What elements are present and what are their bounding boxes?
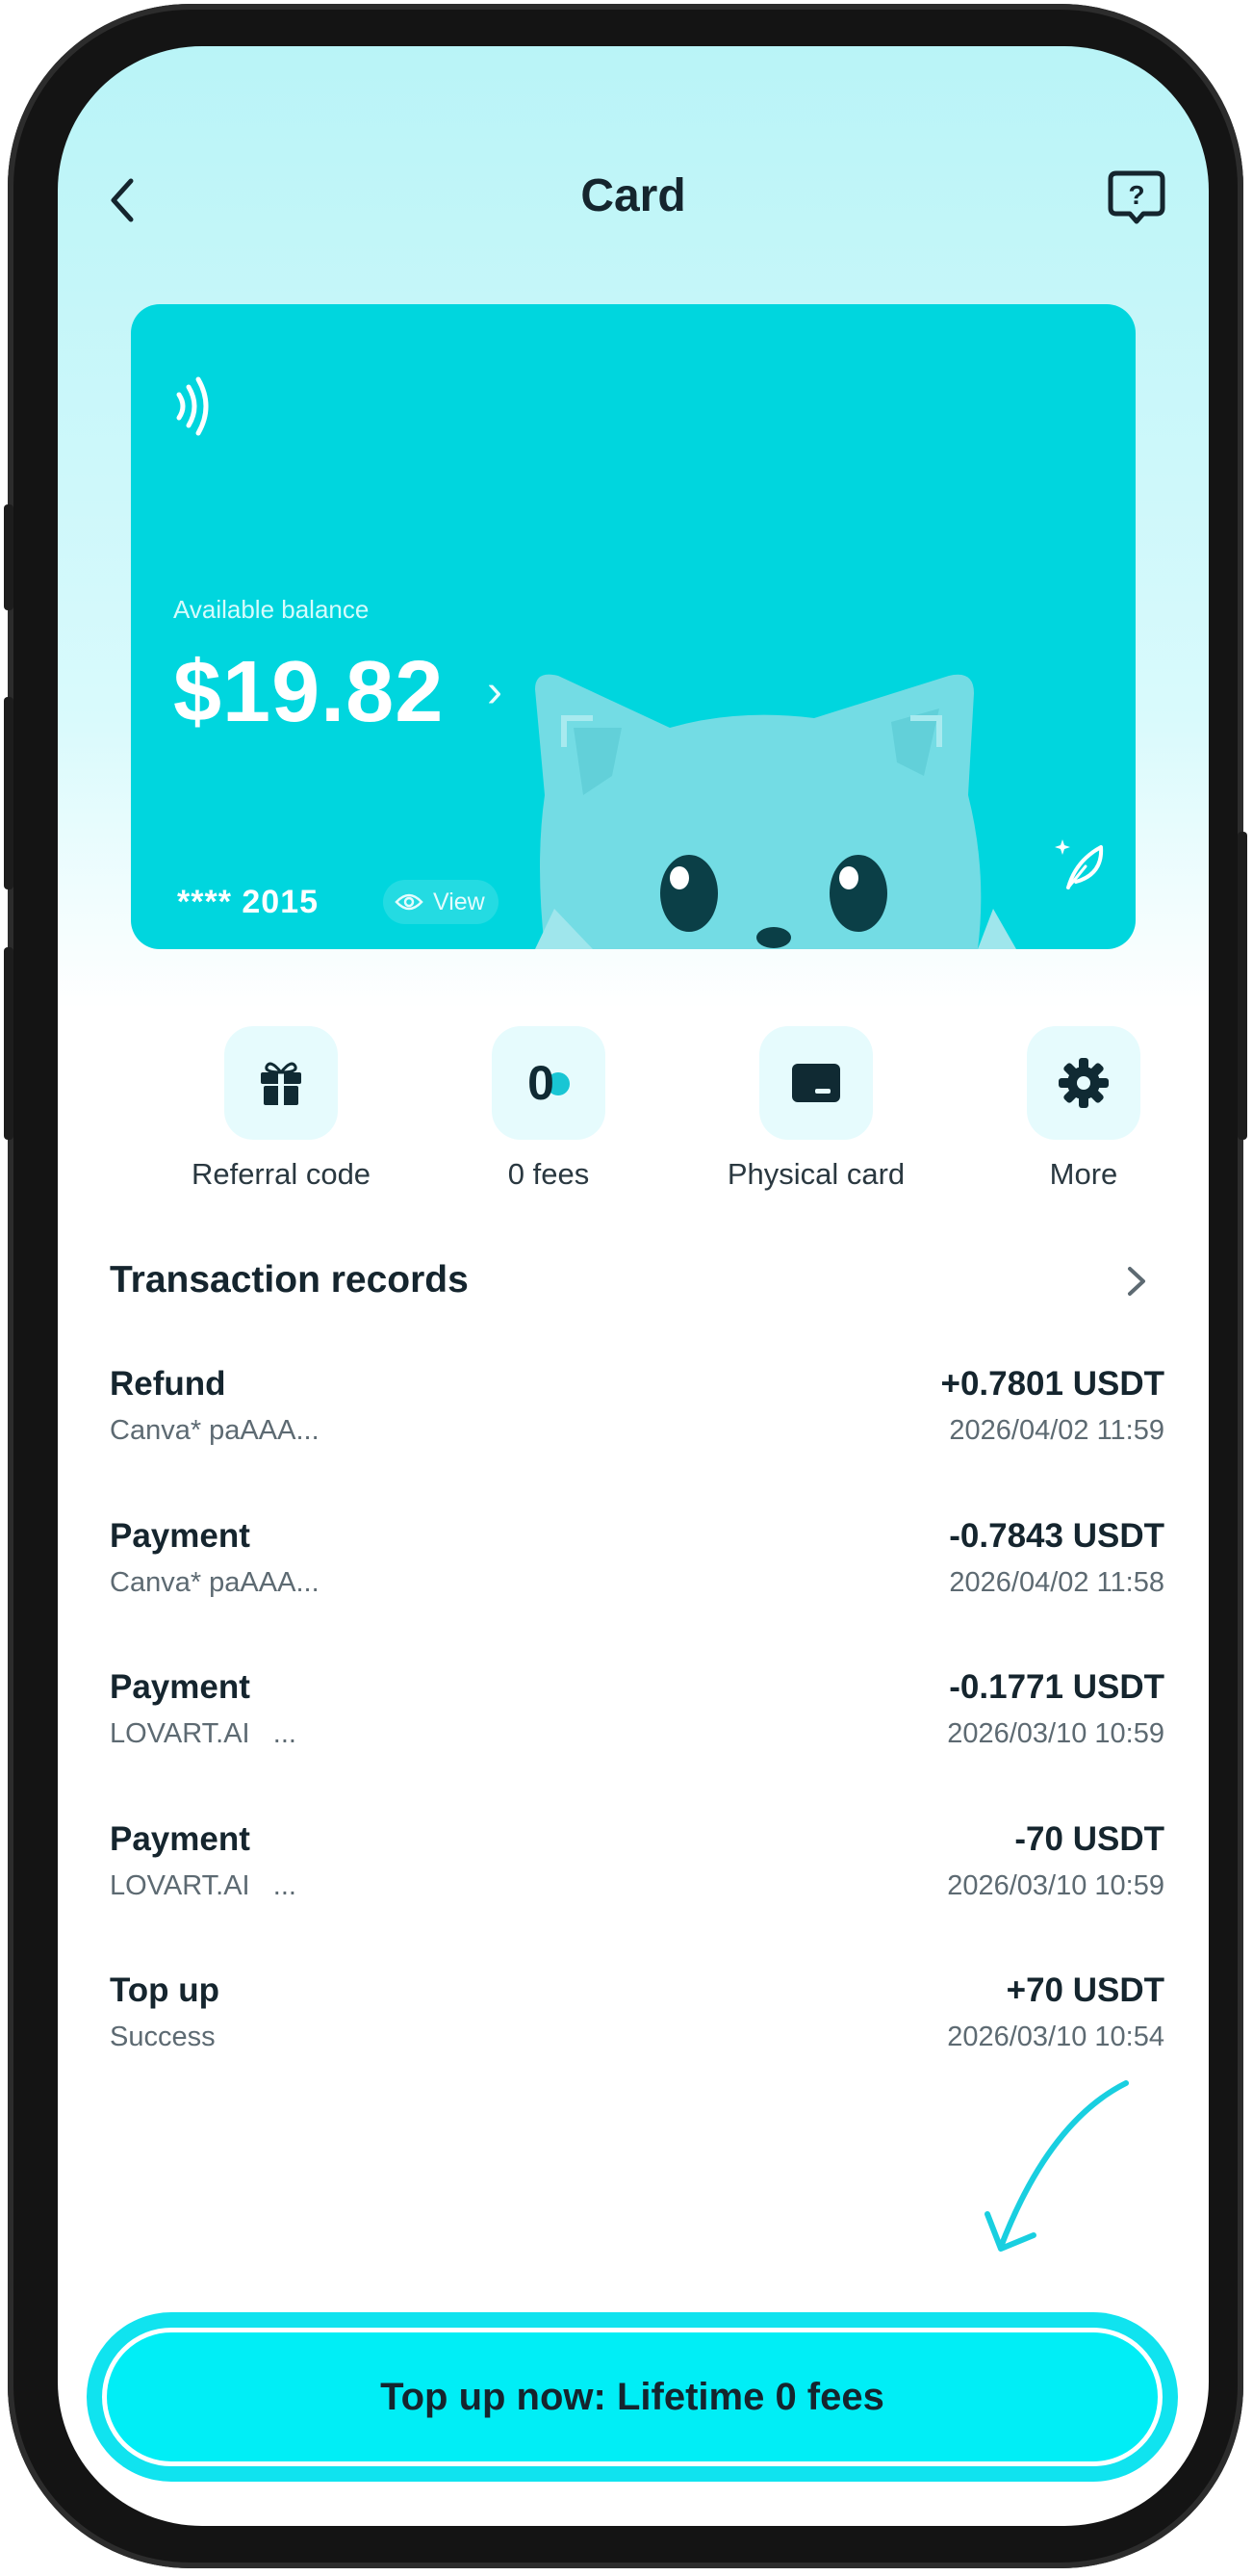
svg-text:0: 0 bbox=[527, 1057, 554, 1109]
transaction-time: 2026/04/02 11:59 bbox=[949, 1415, 1164, 1446]
transaction-type: Top up bbox=[110, 1971, 220, 2009]
side-button bbox=[4, 504, 13, 610]
view-label: View bbox=[433, 888, 485, 915]
transaction-row[interactable]: Top up Success +70 USDT 2026/03/10 10:54 bbox=[110, 1971, 1164, 2077]
transaction-desc: Success bbox=[110, 2022, 216, 2052]
action-label: 0 fees bbox=[507, 1157, 590, 1191]
contactless-icon bbox=[176, 376, 209, 436]
phone-frame: Card ? Available balance $19.82 › **** 2… bbox=[4, 4, 1247, 2568]
feather-brand-icon bbox=[1055, 839, 1104, 889]
pointing-arrow-icon bbox=[984, 2080, 1129, 2252]
balance-amount[interactable]: $19.82 bbox=[173, 643, 444, 742]
transaction-time: 2026/03/10 10:54 bbox=[947, 2022, 1164, 2052]
help-chat-icon: ? bbox=[1108, 170, 1165, 224]
transaction-desc: Canva* paAAA... bbox=[110, 1415, 320, 1446]
transaction-type: Payment bbox=[110, 1517, 250, 1555]
help-button[interactable]: ? bbox=[1105, 166, 1168, 229]
transaction-time: 2026/04/02 11:58 bbox=[949, 1567, 1164, 1598]
transaction-desc: LOVART.AI ... bbox=[110, 1718, 296, 1749]
eye-icon bbox=[395, 893, 423, 911]
transaction-amount: -0.1771 USDT bbox=[949, 1668, 1164, 1706]
app-screen: Card ? Available balance $19.82 › **** 2… bbox=[58, 46, 1209, 2526]
zero-fees-action[interactable]: 0 0 fees bbox=[414, 1026, 683, 1192]
transaction-amount: +0.7801 USDT bbox=[940, 1365, 1165, 1403]
physical-card-action[interactable]: Physical card bbox=[681, 1026, 951, 1192]
transaction-row[interactable]: Payment LOVART.AI ... -70 USDT 2026/03/1… bbox=[110, 1820, 1164, 1926]
more-action[interactable]: More bbox=[949, 1026, 1209, 1192]
transaction-time: 2026/03/10 10:59 bbox=[947, 1870, 1164, 1901]
action-label: Referral code bbox=[191, 1157, 371, 1191]
transaction-type: Payment bbox=[110, 1668, 250, 1706]
chevron-right-icon[interactable]: › bbox=[487, 665, 502, 718]
transaction-amount: -70 USDT bbox=[1014, 1820, 1164, 1858]
transaction-time: 2026/03/10 10:59 bbox=[947, 1718, 1164, 1749]
volume-up-button bbox=[4, 697, 13, 889]
action-label: Physical card bbox=[727, 1157, 906, 1191]
transaction-desc: Canva* paAAA... bbox=[110, 1567, 320, 1598]
balance-label: Available balance bbox=[173, 595, 370, 624]
transaction-type: Payment bbox=[110, 1820, 250, 1858]
transaction-amount: -0.7843 USDT bbox=[949, 1517, 1164, 1555]
transaction-amount: +70 USDT bbox=[1006, 1971, 1164, 2009]
view-card-button[interactable]: View bbox=[383, 880, 499, 924]
transaction-row[interactable]: Refund Canva* paAAA... +0.7801 USDT 2026… bbox=[110, 1365, 1164, 1471]
page-title: Card bbox=[580, 170, 686, 221]
masked-card-number: **** 2015 bbox=[177, 884, 320, 920]
top-up-button[interactable]: Top up now: Lifetime 0 fees bbox=[102, 2328, 1163, 2466]
power-button bbox=[1238, 832, 1247, 1140]
referral-code-action[interactable]: Referral code bbox=[146, 1026, 416, 1192]
gift-icon bbox=[224, 1026, 338, 1140]
volume-down-button bbox=[4, 947, 13, 1140]
svg-text:?: ? bbox=[1128, 180, 1144, 210]
zero-fee-icon: 0 bbox=[492, 1026, 605, 1140]
transaction-row[interactable]: Payment Canva* paAAA... -0.7843 USDT 202… bbox=[110, 1517, 1164, 1623]
card-icon bbox=[759, 1026, 873, 1140]
transaction-desc: LOVART.AI ... bbox=[110, 1870, 296, 1901]
gear-icon bbox=[1027, 1026, 1140, 1140]
top-up-cta[interactable]: Top up now: Lifetime 0 fees bbox=[87, 2312, 1178, 2482]
cat-mascot-illustration bbox=[535, 674, 1016, 949]
chevron-right-icon[interactable] bbox=[1116, 1259, 1155, 1303]
balance-card[interactable]: Available balance $19.82 › **** 2015 Vie… bbox=[131, 304, 1136, 949]
transaction-row[interactable]: Payment LOVART.AI ... -0.1771 USDT 2026/… bbox=[110, 1668, 1164, 1774]
action-label: More bbox=[1049, 1157, 1118, 1191]
transaction-records-title: Transaction records bbox=[110, 1259, 469, 1301]
transaction-type: Refund bbox=[110, 1365, 226, 1403]
